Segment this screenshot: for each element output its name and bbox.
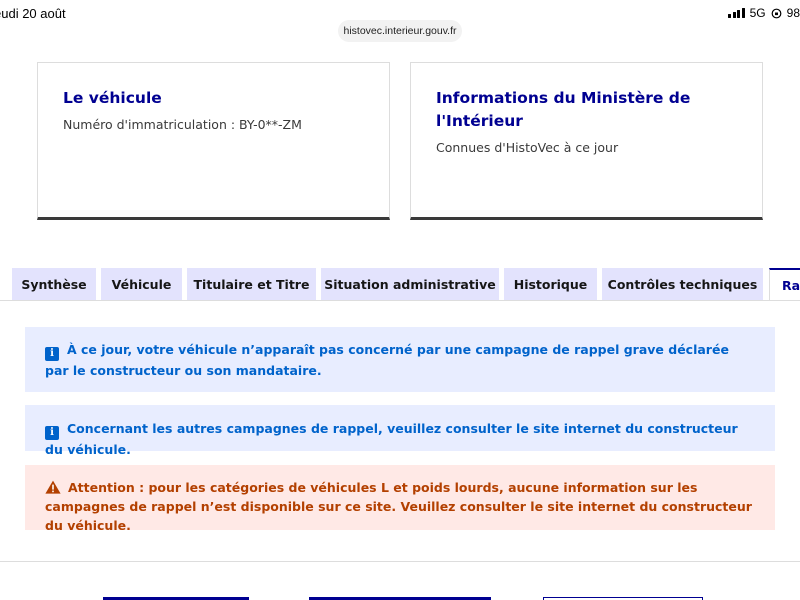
tab-rappels[interactable]: Rapp: [769, 268, 800, 301]
vehicle-card-title: Le véhicule: [63, 89, 162, 107]
warning-text: Attention : pour les catégories de véhic…: [45, 480, 752, 533]
info-icon: i: [45, 347, 59, 361]
tab-historique[interactable]: Historique: [504, 268, 597, 301]
url-bar[interactable]: histovec.interieur.gouv.fr: [338, 20, 462, 42]
recall-info-alert: iÀ ce jour, votre véhicule n’apparaît pa…: [25, 327, 775, 392]
tab-situation-administrative[interactable]: Situation administrative: [321, 268, 499, 301]
ministry-card: Informations du Ministère de l'Intérieur…: [410, 62, 763, 220]
registration-number: Numéro d'immatriculation : BY-0**-ZM: [63, 117, 302, 132]
tab-titulaire-titre[interactable]: Titulaire et Titre: [187, 268, 316, 301]
network-label: 5G: [749, 6, 766, 20]
tab-synthese[interactable]: Synthèse: [12, 268, 96, 301]
other-recalls-alert: i Concernant les autres campagnes de rapp…: [25, 405, 775, 457]
tab-vehicule[interactable]: Véhicule: [101, 268, 182, 301]
battery-level: 98: [786, 6, 800, 20]
signal-icon: [728, 8, 745, 18]
warning-icon: [45, 480, 61, 494]
info-icon: i: [45, 426, 59, 440]
ministry-card-title: Informations du Ministère de l'Intérieur: [436, 89, 691, 130]
status-date: eudi 20 août: [0, 6, 66, 21]
recall-info-text: À ce jour, votre véhicule n’apparaît pas…: [45, 342, 729, 378]
vehicle-card: Le véhicule Numéro d'immatriculation : B…: [37, 62, 390, 220]
warning-alert: Attention : pour les catégories de véhic…: [25, 465, 775, 533]
tab-controles-techniques[interactable]: Contrôles techniques: [602, 268, 763, 301]
rotation-lock-icon: [771, 8, 782, 18]
ministry-card-description: Connues d'HistoVec à ce jour: [436, 140, 619, 155]
status-indicators: 5G 98: [728, 6, 800, 20]
